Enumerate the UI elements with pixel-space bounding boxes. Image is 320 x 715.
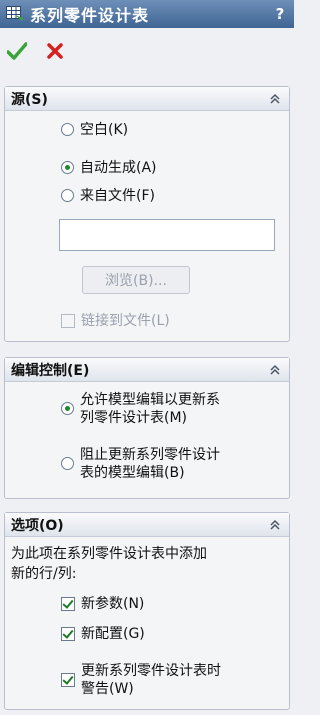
options-header-label: 选项(O): [11, 517, 64, 534]
source-option-file-label: 来自文件(F): [80, 188, 155, 204]
collapse-icon[interactable]: [267, 91, 283, 107]
file-path-input[interactable]: [59, 219, 275, 251]
edit-option-allow[interactable]: 允许模型编辑以更新系 列零件设计表(M): [61, 391, 220, 427]
radio-button[interactable]: [61, 457, 74, 470]
source-option-auto[interactable]: 自动生成(A): [61, 159, 157, 177]
cancel-button[interactable]: [44, 40, 66, 62]
ok-button[interactable]: [6, 40, 28, 62]
design-table-icon: [6, 6, 24, 22]
new-configurations-checkbox[interactable]: [61, 627, 75, 641]
source-header[interactable]: 源(S): [5, 87, 289, 111]
collapse-icon[interactable]: [267, 362, 283, 378]
warn-on-update-option[interactable]: 更新系列零件设计表时 警告(W): [61, 662, 221, 698]
link-to-file-checkbox[interactable]: [61, 314, 75, 328]
new-parameters-label: 新参数(N): [81, 596, 145, 612]
radio-button[interactable]: [61, 123, 74, 136]
edit-control-header-label: 编辑控制(E): [11, 362, 90, 379]
source-group: 源(S): [4, 86, 290, 342]
radio-button[interactable]: [61, 189, 74, 202]
source-header-label: 源(S): [11, 91, 48, 108]
warn-on-update-label: 更新系列零件设计表时 警告(W): [81, 663, 221, 697]
source-option-auto-label: 自动生成(A): [80, 160, 157, 176]
new-configurations-option[interactable]: 新配置(G): [61, 625, 145, 643]
edit-control-header[interactable]: 编辑控制(E): [5, 358, 289, 382]
options-header[interactable]: 选项(O): [5, 513, 289, 537]
window-title: 系列零件设计表: [30, 6, 150, 25]
new-parameters-option[interactable]: 新参数(N): [61, 595, 144, 613]
collapse-icon[interactable]: [267, 517, 283, 533]
source-option-blank-label: 空白(K): [80, 122, 129, 138]
browse-button[interactable]: 浏览(B)...: [82, 266, 190, 294]
warn-on-update-checkbox[interactable]: [61, 673, 75, 687]
new-parameters-checkbox[interactable]: [61, 597, 75, 611]
source-option-file[interactable]: 来自文件(F): [61, 187, 155, 205]
source-option-blank[interactable]: 空白(K): [61, 121, 128, 139]
new-configurations-label: 新配置(G): [81, 626, 145, 642]
edit-option-block[interactable]: 阻止更新系列零件设计 表的模型编辑(B): [61, 446, 220, 482]
title-bar: 系列零件设计表 ?: [0, 0, 294, 28]
edit-option-block-label: 阻止更新系列零件设计 表的模型编辑(B): [80, 447, 220, 481]
action-bar: [6, 34, 66, 68]
link-to-file-option[interactable]: 链接到文件(L): [61, 312, 170, 330]
options-description: 为此项在系列零件设计表中添加 新的行/列:: [11, 546, 207, 582]
radio-button-selected[interactable]: [61, 402, 74, 415]
help-button[interactable]: ?: [272, 5, 288, 23]
close-icon: [47, 43, 63, 59]
edit-option-allow-label: 允许模型编辑以更新系 列零件设计表(M): [80, 392, 220, 426]
radio-button-selected[interactable]: [61, 161, 74, 174]
checkmark-icon: [7, 42, 27, 60]
link-to-file-label: 链接到文件(L): [81, 313, 170, 329]
